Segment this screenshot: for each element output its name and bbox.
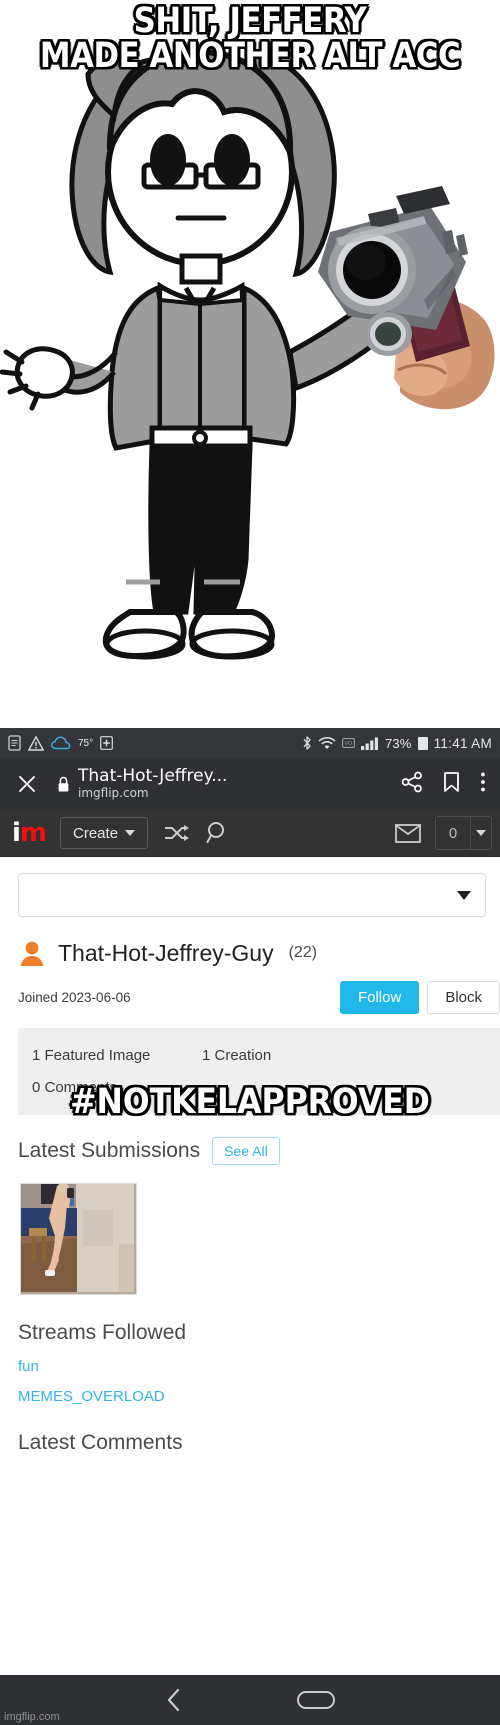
bookmark-icon[interactable] [443,771,460,798]
close-icon[interactable] [14,771,40,797]
create-button[interactable]: Create [60,817,149,849]
latest-comments-section: Latest Comments [0,1405,500,1455]
character-illustration [0,48,495,660]
search-input[interactable] [33,885,457,905]
plus-icon [100,736,114,750]
imgflip-watermark: imgflip.com [4,1711,60,1723]
page-title: That-Hot-Jeffrey... [78,768,228,787]
search-select-box[interactable] [18,873,486,917]
wifi-icon [318,736,336,750]
temperature-label: 75° [78,737,94,749]
three-dot-menu-icon[interactable] [480,771,486,798]
imgflip-logo[interactable]: im [12,818,47,848]
page-host: imgflip.com [78,786,149,800]
home-pill-icon[interactable] [296,1691,335,1709]
notification-count-label: 0 [436,817,471,849]
profile-page-body: That-Hot-Jeffrey-Guy (22) Joined 2023-06… [0,857,500,1455]
chevron-down-icon [125,830,136,836]
stream-link-memes-overload[interactable]: MEMES_OVERLOAD [18,1388,500,1405]
android-status-bar: 75° VO 73% 11:41 AM [0,728,500,758]
profile-username: That-Hot-Jeffrey-Guy [58,939,274,966]
status-left-icons: 75° [8,735,114,751]
header-right-group: 0 [379,816,492,850]
share-icon[interactable] [401,771,423,798]
note-icon [8,735,21,751]
back-chevron-icon[interactable] [166,1688,182,1712]
browser-actions [391,771,486,798]
user-avatar-icon [18,939,46,967]
phone-screenshot-panel: 75° VO 73% 11:41 AM That-Hot-Jeffrey... … [0,728,500,1725]
sim-icon: VO [341,738,355,748]
profile-join-row: Joined 2023-06-06 Follow Block [0,967,500,1014]
profile-points: (22) [288,944,318,961]
lock-icon [57,776,70,793]
meme-top-panel: SHIT, JEFFERY MADE ANOTHER ALT ACC [0,0,500,728]
shuffle-icon[interactable] [164,824,190,842]
clock-label: 11:41 AM [433,735,492,751]
notification-chevron-down-icon[interactable] [471,817,491,849]
cloud-icon [51,736,71,750]
streams-followed-title: Streams Followed [18,1321,187,1344]
streams-followed-section: Streams Followed fun MEMES_OVERLOAD [0,1295,500,1405]
search-icon[interactable] [206,821,230,845]
battery-percent-label: 73% [384,735,412,751]
chevron-down-icon[interactable] [457,890,471,900]
featured-images-stat: 1 Featured Image [32,1047,151,1064]
latest-comments-title: Latest Comments [18,1431,183,1454]
android-nav-bar: imgflip.com [0,1675,500,1725]
logo-letter-i: i [12,818,21,848]
battery-icon [417,736,428,750]
follow-button[interactable]: Follow [339,981,420,1014]
browser-toolbar: That-Hot-Jeffrey... imgflip.com [0,758,500,810]
creations-stat: 1 Creation [202,1047,272,1064]
submission-thumbnail-row [0,1165,500,1295]
stats-line-1: 1 Featured Image 1 Creation [32,1040,500,1072]
create-button-label: Create [73,824,119,842]
block-button[interactable]: Block [427,981,500,1014]
latest-submissions-header: Latest Submissions See All [0,1115,500,1165]
meme-page: SHIT, JEFFERY MADE ANOTHER ALT ACC 75° V… [0,0,500,1725]
bluetooth-icon [302,735,312,751]
signal-bars-icon [360,736,379,750]
svg-text:VO: VO [345,741,352,747]
search-row [0,857,500,917]
page-title-block[interactable]: That-Hot-Jeffrey... imgflip.com [78,768,227,799]
status-right-icons: VO 73% 11:41 AM [302,735,492,751]
stats-line-2: 0 Comments [32,1072,500,1104]
see-all-button[interactable]: See All [212,1137,280,1165]
stream-link-fun[interactable]: fun [18,1358,500,1375]
profile-user-row: That-Hot-Jeffrey-Guy (22) [0,917,500,967]
profile-stats-box: 1 Featured Image 1 Creation 0 Comments [18,1028,500,1115]
envelope-icon[interactable] [395,823,421,843]
joined-date-label: Joined 2023-06-06 [18,990,131,1005]
submission-thumbnail[interactable] [20,1183,137,1295]
comments-stat: 0 Comments [32,1078,118,1096]
logo-letter-m: m [19,818,47,848]
warning-triangle-icon [28,735,44,751]
notification-counter[interactable]: 0 [435,816,492,850]
gun-graphic [318,186,495,410]
latest-submissions-title: Latest Submissions [18,1139,201,1162]
profile-action-buttons: Follow Block [339,981,500,1014]
imgflip-site-header: im Create 0 [0,810,500,857]
